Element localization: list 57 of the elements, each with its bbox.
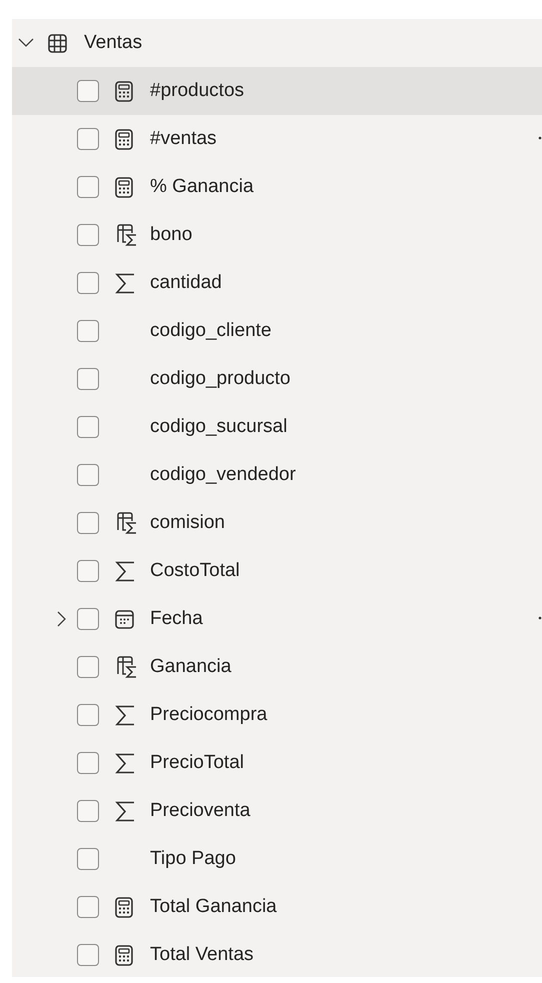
checkbox[interactable] [77,368,99,390]
calendar-icon [115,610,134,628]
table-icon [48,34,67,52]
field-name[interactable]: PrecioTotal [150,748,244,778]
calculator-icon [115,896,133,918]
checkbox[interactable] [77,944,99,966]
field-name[interactable]: CostoTotal [150,556,240,586]
checkbox[interactable] [77,176,99,198]
field-name[interactable]: Ganancia [150,652,232,682]
checkbox[interactable] [77,560,99,582]
checkbox[interactable] [77,320,99,342]
checkbox[interactable] [77,608,99,630]
checkbox[interactable] [77,704,99,726]
calculator-icon [115,176,133,198]
field-name[interactable]: #productos [150,76,244,106]
field-name[interactable]: Fecha [150,604,203,634]
sigma-icon [115,752,135,774]
sigma-icon [115,800,135,822]
checkbox[interactable] [77,416,99,438]
checkbox[interactable] [77,272,99,294]
checkbox[interactable] [77,752,99,774]
field-name[interactable]: codigo_cliente [150,316,272,346]
field-name[interactable]: codigo_producto [150,364,290,394]
field-name[interactable]: codigo_vendedor [150,460,296,490]
sigma-icon [115,560,135,582]
field-name[interactable]: comision [150,508,225,538]
sigma-icon [115,704,135,726]
table-name[interactable]: Ventas [84,28,142,58]
field-name[interactable]: Total Ganancia [150,892,277,922]
checkbox[interactable] [77,656,99,678]
checkbox[interactable] [77,512,99,534]
field-name[interactable]: Total Ventas [150,940,254,970]
checkbox[interactable] [77,800,99,822]
field-name[interactable]: Tipo Pago [150,844,236,874]
field-name[interactable]: #ventas [150,124,217,154]
sigma-icon [115,272,135,294]
checkbox[interactable] [77,464,99,486]
checkbox[interactable] [77,128,99,150]
table-sigma-icon [115,223,139,247]
field-name[interactable]: bono [150,220,192,250]
field-name[interactable]: Precioventa [150,796,250,826]
field-name[interactable]: codigo_sucursal [150,412,288,442]
checkbox[interactable] [77,848,99,870]
checkbox[interactable] [77,224,99,246]
field-name[interactable]: cantidad [150,268,222,298]
checkbox[interactable] [77,80,99,102]
table-sigma-icon [115,655,139,679]
checkbox[interactable] [77,896,99,918]
calculator-icon [115,80,133,102]
calculator-icon [115,944,133,966]
calculator-icon [115,128,133,150]
chevron-right-icon[interactable] [57,611,66,627]
field-name[interactable]: Preciocompra [150,700,268,730]
field-row-highlight[interactable]: #productos [12,67,542,115]
field-name[interactable]: % Ganancia [150,172,254,202]
chevron-down-icon[interactable] [18,38,34,48]
table-sigma-icon [115,511,139,535]
